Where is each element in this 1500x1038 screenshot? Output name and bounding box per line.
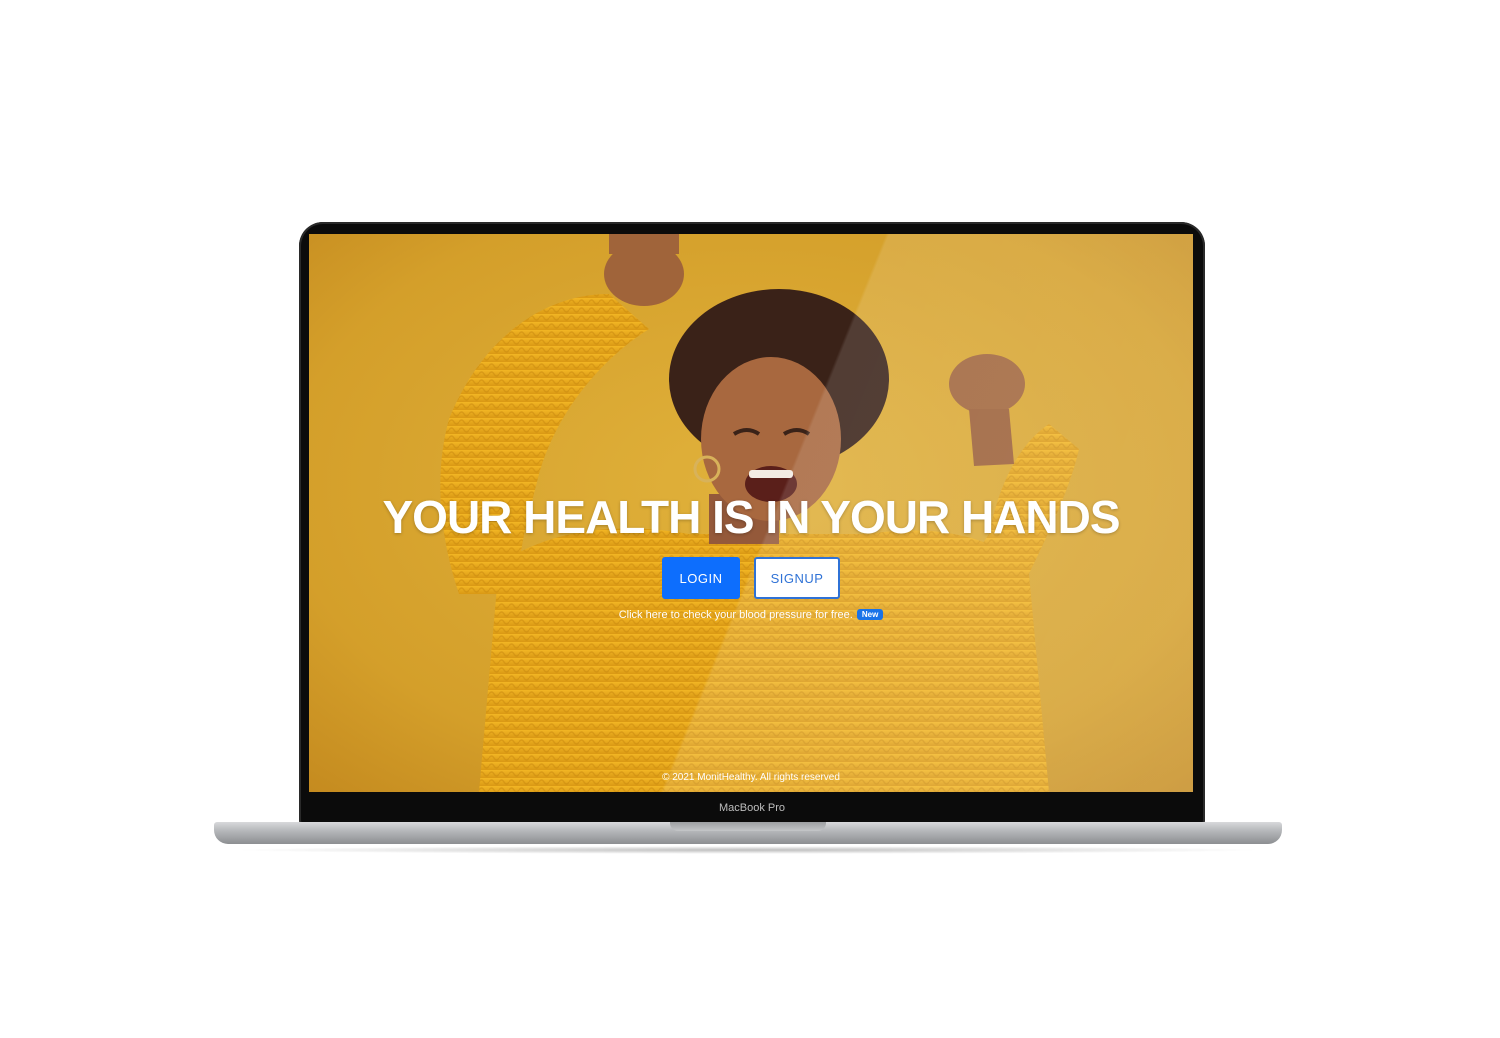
login-button[interactable]: LOGIN <box>662 557 740 599</box>
bp-check-promo: Click here to check your blood pressure … <box>309 609 1193 621</box>
new-badge: New <box>856 609 884 620</box>
hero-title: YOUR HEALTH IS IN YOUR HANDS <box>382 491 1120 543</box>
device-model-label: MacBook Pro <box>718 802 786 814</box>
laptop-base-notch <box>670 822 826 831</box>
laptop-shadow <box>230 846 1266 854</box>
browser-viewport: YOUR HEALTH IS IN YOUR HANDS LOGIN SIGNU… <box>309 234 1193 792</box>
footer-copyright: © 2021 MonitHealthy. All rights reserved <box>662 772 840 783</box>
signup-button[interactable]: SIGNUP <box>754 557 840 599</box>
laptop-base <box>214 822 1282 844</box>
laptop-lid: YOUR HEALTH IS IN YOUR HANDS LOGIN SIGNU… <box>299 222 1205 826</box>
laptop-mockup: YOUR HEALTH IS IN YOUR HANDS LOGIN SIGNU… <box>0 0 1500 1038</box>
bp-check-link[interactable]: Click here to check your blood pressure … <box>619 609 853 621</box>
auth-buttons: LOGIN SIGNUP <box>309 557 1193 599</box>
